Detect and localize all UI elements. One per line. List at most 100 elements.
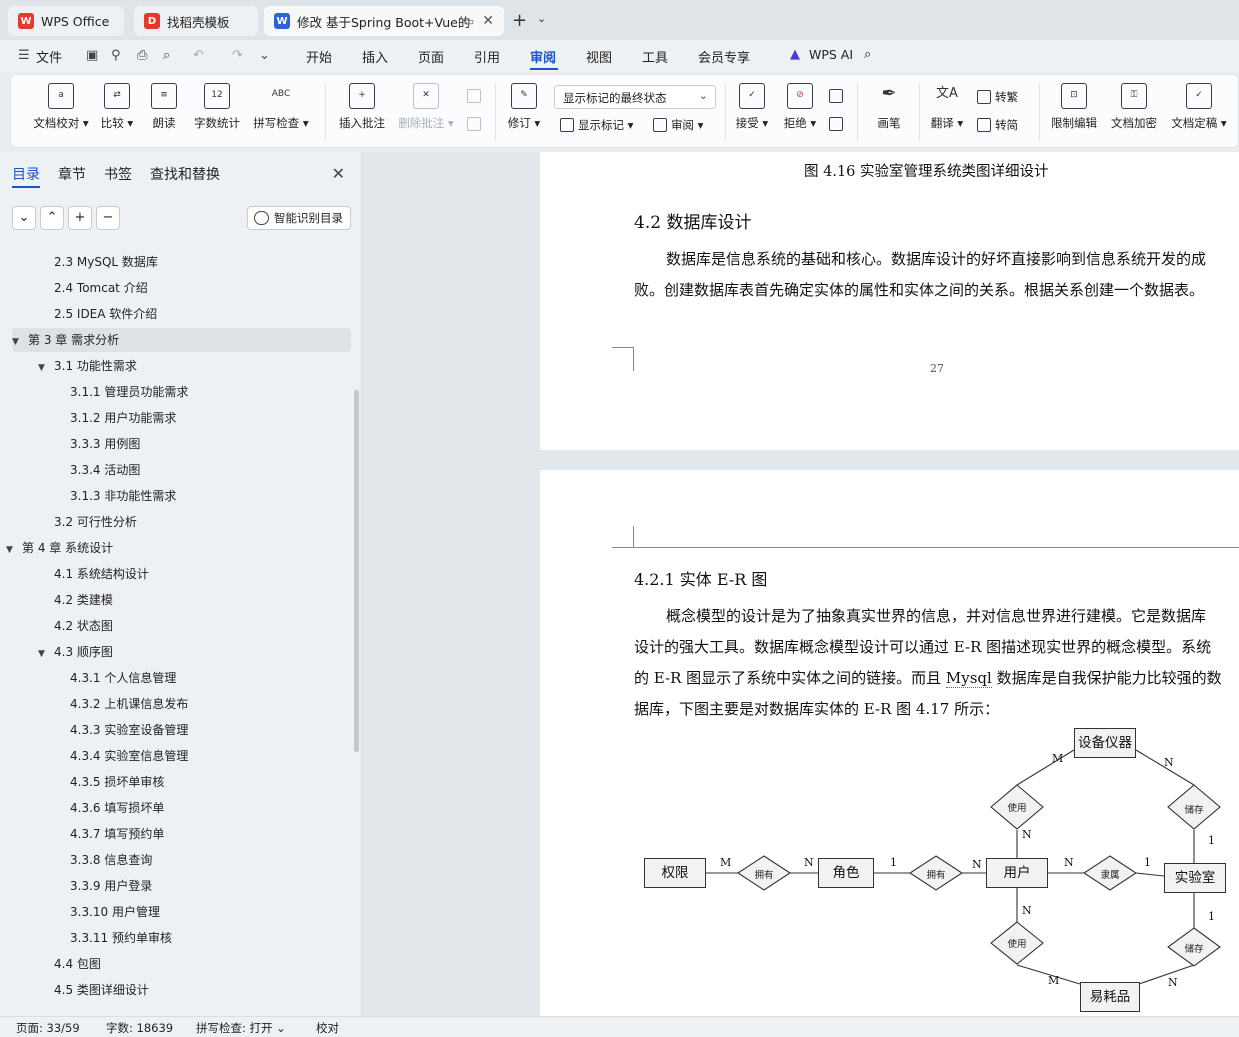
pen-button[interactable]: ✒ 画笔: [869, 83, 909, 131]
next-change-button[interactable]: [829, 117, 847, 131]
toc-item[interactable]: 4.3.2 上机课信息发布: [70, 692, 188, 716]
spelling-error-word[interactable]: Mysql: [945, 669, 992, 688]
accept-button[interactable]: ✓ 接受 ▾: [733, 83, 771, 131]
toc-item[interactable]: 4.1 系统结构设计: [54, 562, 149, 586]
reject-button[interactable]: ⊘ 拒绝 ▾: [781, 83, 819, 131]
expand-arrow-icon[interactable]: ▼: [12, 330, 28, 354]
toc-item[interactable]: 4.3.6 填写损坏单: [70, 796, 164, 820]
toc-item[interactable]: 3.1.2 用户功能需求: [70, 406, 176, 430]
menu-review[interactable]: 审阅: [530, 47, 556, 66]
menu-insert[interactable]: 插入: [362, 47, 388, 66]
close-icon[interactable]: ✕: [332, 164, 345, 183]
expand-arrow-icon[interactable]: ▼: [38, 642, 54, 666]
toc-item[interactable]: 3.1.3 非功能性需求: [70, 484, 176, 508]
spell-check-button[interactable]: ABC 拼写检查 ▾: [251, 83, 311, 131]
toc-item[interactable]: 3.1.1 管理员功能需求: [70, 380, 188, 404]
compare-button[interactable]: ⇄ 比较 ▾: [99, 83, 135, 131]
previous-change-button[interactable]: [829, 89, 847, 103]
search-icon[interactable]: ⌕: [864, 47, 871, 62]
toc-item[interactable]: 4.2 类建模: [54, 588, 113, 612]
read-aloud-button[interactable]: ≡ 朗读: [147, 83, 181, 131]
translate-button[interactable]: 文A 翻译 ▾: [927, 83, 967, 131]
menu-wps-ai[interactable]: WPS AI: [809, 47, 853, 62]
word-count-button[interactable]: 12 字数统计: [191, 83, 243, 131]
restrict-edit-button[interactable]: ⊡ 限制编辑: [1047, 83, 1101, 131]
word-count-indicator[interactable]: 字数: 18639: [106, 1020, 173, 1036]
collapse-button[interactable]: ⌄: [12, 206, 36, 230]
doc-check-button[interactable]: a 文档校对 ▾: [29, 83, 93, 131]
toc-item[interactable]: 3.3.4 活动图: [70, 458, 140, 482]
finalize-button[interactable]: ✓ 文档定稿 ▾: [1167, 83, 1231, 131]
nav-tab-bookmarks[interactable]: 书签: [104, 164, 132, 184]
expand-button[interactable]: ⌃: [40, 206, 64, 230]
review-pane-button[interactable]: 审阅 ▾: [653, 117, 703, 133]
toc-item[interactable]: 4.4 包图: [54, 952, 101, 976]
monitor-icon[interactable]: ▭: [464, 15, 474, 28]
nav-scrollbar[interactable]: [354, 390, 359, 752]
tab-docer-templates[interactable]: D 找稻壳模板: [134, 6, 258, 36]
add-heading-button[interactable]: +: [68, 206, 92, 230]
chevron-down-icon[interactable]: ⌄: [537, 12, 546, 25]
toc-item[interactable]: 2.5 IDEA 软件介绍: [54, 302, 157, 326]
nav-tab-chapters[interactable]: 章节: [58, 164, 86, 184]
proofread-indicator[interactable]: 校对: [316, 1020, 339, 1036]
tab-document[interactable]: W 修改 基于Spring Boot+Vue的 ▭ ✕: [264, 6, 504, 36]
document-area[interactable]: 图 4.16 实验室管理系统类图详细设计 4.2 数据库设计 数据库是信息系统的…: [363, 152, 1239, 1016]
encrypt-button[interactable]: ⚿ 文档加密: [1107, 83, 1161, 131]
wps-ai-icon[interactable]: ▲: [790, 47, 800, 62]
menu-file[interactable]: 文件: [36, 47, 62, 66]
insert-comment-button[interactable]: + 插入批注: [335, 83, 389, 131]
toc-item[interactable]: 4.3.5 损坏单审核: [70, 770, 164, 794]
undo-icon[interactable]: ↶: [193, 48, 204, 63]
redo-icon[interactable]: ↷: [232, 48, 243, 63]
toc-item[interactable]: ▼ 第 4 章 系统设计: [6, 536, 113, 560]
nav-tab-find-replace[interactable]: 查找和替换: [150, 164, 220, 184]
markup-state-select[interactable]: 显示标记的最终状态 ⌄: [554, 85, 716, 109]
toc-item[interactable]: ▼ 3.1 功能性需求: [38, 354, 137, 378]
toc-item[interactable]: 3.2 可行性分析: [54, 510, 137, 534]
toc-item[interactable]: 4.5 类图详细设计: [54, 978, 149, 1002]
nav-tab-toc[interactable]: 目录: [12, 164, 40, 184]
print-preview-icon[interactable]: ⌕: [163, 48, 170, 63]
toc-item[interactable]: 4.3.3 实验室设备管理: [70, 718, 188, 742]
toc-item[interactable]: 2.4 Tomcat 介绍: [54, 276, 148, 300]
to-simplified-button[interactable]: 转简: [977, 117, 1018, 133]
show-markup-button[interactable]: 显示标记 ▾: [560, 117, 633, 133]
toc-item[interactable]: ▼ 4.3 顺序图: [38, 640, 113, 664]
toc-item[interactable]: ▼ 第 3 章 需求分析: [12, 328, 351, 352]
hamburger-icon[interactable]: ☰: [18, 48, 30, 63]
new-tab-button[interactable]: +: [512, 10, 527, 31]
remove-heading-button[interactable]: −: [96, 206, 120, 230]
smart-toc-button[interactable]: 智能识别目录: [247, 206, 351, 230]
menu-tools[interactable]: 工具: [642, 47, 668, 66]
toc-item[interactable]: 3.3.3 用例图: [70, 432, 140, 456]
toc-item[interactable]: 3.3.9 用户登录: [70, 874, 152, 898]
spell-check-indicator[interactable]: 拼写检查: 打开 ⌄: [196, 1020, 286, 1036]
menu-page[interactable]: 页面: [418, 47, 444, 66]
toc-item[interactable]: 2.3 MySQL 数据库: [54, 250, 158, 274]
toc-item[interactable]: 3.3.8 信息查询: [70, 848, 152, 872]
expand-arrow-icon[interactable]: ▼: [6, 538, 22, 562]
tab-wps-office[interactable]: W WPS Office: [8, 6, 124, 36]
previous-comment-button[interactable]: [467, 89, 485, 103]
toc-item[interactable]: 4.3.1 个人信息管理: [70, 666, 176, 690]
page-indicator[interactable]: 页面: 33/59: [16, 1020, 80, 1036]
revise-button[interactable]: ✎ 修订 ▾: [505, 83, 543, 131]
toc-item[interactable]: 4.2 状态图: [54, 614, 113, 638]
toc-item[interactable]: 3.3.11 预约单审核: [70, 926, 172, 950]
expand-arrow-icon[interactable]: ▼: [38, 356, 54, 380]
print-icon[interactable]: ⎙: [137, 48, 147, 63]
close-icon[interactable]: ✕: [482, 13, 494, 29]
delete-comment-button[interactable]: ✕ 删除批注 ▾: [395, 83, 457, 131]
menu-view[interactable]: 视图: [586, 47, 612, 66]
menu-membership[interactable]: 会员专享: [698, 47, 750, 66]
next-comment-button[interactable]: [467, 117, 485, 131]
toc-item[interactable]: 3.3.10 用户管理: [70, 900, 160, 924]
to-traditional-button[interactable]: 转繁: [977, 89, 1018, 105]
save-icon[interactable]: ▣: [86, 48, 98, 63]
quick-access-dropdown-icon[interactable]: ⌄: [259, 48, 270, 63]
toc-item[interactable]: 4.3.4 实验室信息管理: [70, 744, 188, 768]
toc-item[interactable]: 4.3.7 填写预约单: [70, 822, 164, 846]
share-icon[interactable]: ⚲: [111, 48, 121, 63]
menu-reference[interactable]: 引用: [474, 47, 500, 66]
